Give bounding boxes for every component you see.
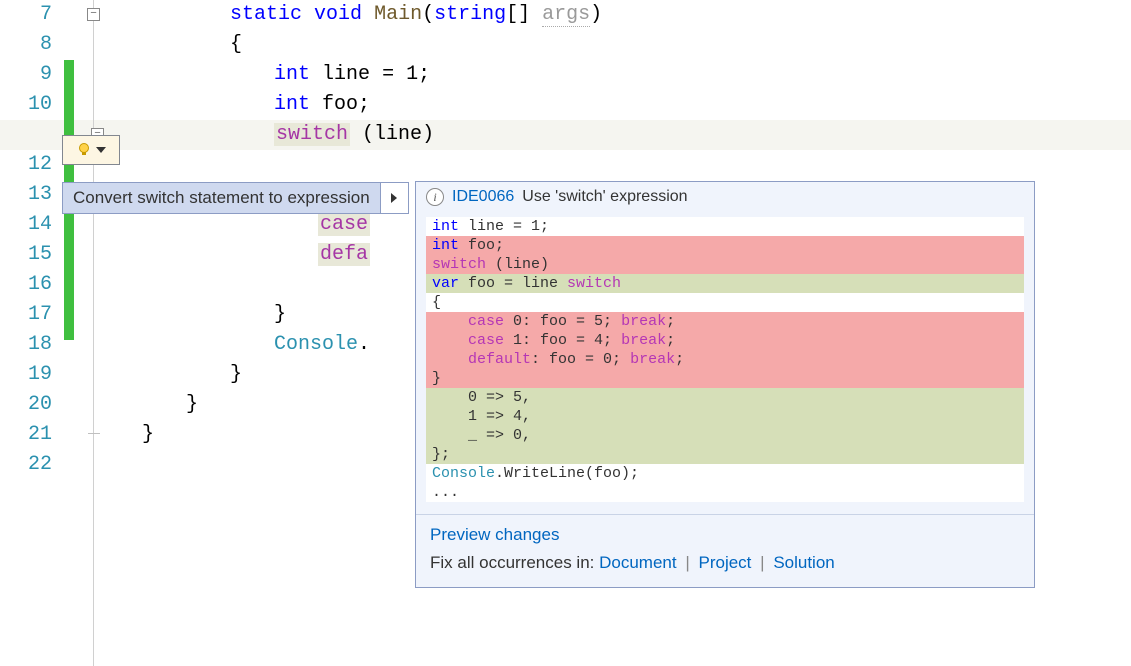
quick-action-convert-switch[interactable]: Convert switch statement to expression bbox=[62, 182, 381, 214]
separator: | bbox=[760, 553, 764, 572]
separator: | bbox=[685, 553, 689, 572]
diff-line-removed: } bbox=[426, 369, 1024, 388]
code-line[interactable]: int foo; bbox=[104, 90, 1131, 120]
fix-in-document-link[interactable]: Document bbox=[599, 553, 676, 572]
diff-line: ... bbox=[426, 483, 1024, 502]
preview-changes-link[interactable]: Preview changes bbox=[430, 525, 559, 544]
line-number: 8 bbox=[0, 30, 52, 60]
brace: } bbox=[230, 363, 242, 386]
chevron-right-icon bbox=[391, 193, 397, 203]
info-icon: i bbox=[426, 188, 444, 206]
fix-in-solution-link[interactable]: Solution bbox=[773, 553, 834, 572]
number: 1 bbox=[406, 63, 418, 86]
keyword: void bbox=[314, 3, 362, 26]
keyword-default: defa bbox=[318, 243, 370, 266]
identifier: line bbox=[374, 123, 422, 146]
brace: } bbox=[274, 303, 286, 326]
diff-line: Console.WriteLine(foo); bbox=[426, 464, 1024, 483]
diff-line-removed: case 1: foo = 4; break; bbox=[426, 331, 1024, 350]
keyword: int bbox=[274, 93, 310, 116]
line-number: 16 bbox=[0, 270, 52, 300]
line-number: 12 bbox=[0, 150, 52, 180]
paren: ) bbox=[422, 123, 434, 146]
quick-actions-menu: Convert switch statement to expression bbox=[62, 182, 409, 214]
brace: { bbox=[230, 33, 242, 56]
quick-action-preview-panel: i IDE0066 Use 'switch' expression int li… bbox=[415, 181, 1035, 588]
line-number: 10 bbox=[0, 90, 52, 120]
identifier: foo bbox=[322, 93, 358, 116]
diff-line-removed: default: foo = 0; break; bbox=[426, 350, 1024, 369]
diff-line: int line = 1; bbox=[426, 217, 1024, 236]
punct: ; bbox=[358, 93, 370, 116]
code-line[interactable]: int line = 1; bbox=[104, 60, 1131, 90]
keyword-switch: switch bbox=[274, 123, 350, 146]
outline-guide bbox=[93, 0, 94, 666]
code-line[interactable]: static void Main(string[] args) bbox=[104, 0, 1131, 30]
brace: } bbox=[186, 393, 198, 416]
keyword-case: case bbox=[318, 213, 370, 236]
fold-toggle-icon[interactable]: − bbox=[87, 8, 100, 21]
lightbulb-icon bbox=[76, 142, 92, 158]
parameter: args bbox=[542, 3, 590, 27]
operator: = bbox=[382, 63, 394, 86]
diagnostic-code: IDE0066 bbox=[452, 188, 514, 206]
line-number: 17 bbox=[0, 300, 52, 330]
line-number: 20 bbox=[0, 390, 52, 420]
code-line[interactable]: switch (line) bbox=[104, 120, 1131, 150]
preview-footer: Preview changes Fix all occurrences in: … bbox=[416, 514, 1034, 587]
diff-line-added: }; bbox=[426, 445, 1024, 464]
quick-actions-lightbulb-button[interactable] bbox=[62, 135, 120, 165]
keyword: static bbox=[230, 3, 302, 26]
method-name: Main bbox=[374, 3, 422, 26]
diff-line-removed: int foo; bbox=[426, 236, 1024, 255]
brace: } bbox=[142, 423, 154, 446]
fix-in-project-link[interactable]: Project bbox=[699, 553, 752, 572]
punct: ; bbox=[418, 63, 430, 86]
diff-line-removed: case 0: foo = 5; break; bbox=[426, 312, 1024, 331]
diff-line-added: 1 => 4, bbox=[426, 407, 1024, 426]
diagnostic-message: Use 'switch' expression bbox=[522, 188, 687, 206]
line-number: 21 bbox=[0, 420, 52, 450]
line-number: 7 bbox=[0, 0, 52, 30]
class-name: Console bbox=[274, 333, 358, 356]
punct: . bbox=[358, 333, 370, 356]
diff-preview: int line = 1; int foo; switch (line) var… bbox=[426, 217, 1024, 502]
paren: ( bbox=[362, 123, 374, 146]
code-folding-margin[interactable]: − − bbox=[74, 0, 104, 666]
line-number: 18 bbox=[0, 330, 52, 360]
line-number: 14 bbox=[0, 210, 52, 240]
diff-line-added: _ => 0, bbox=[426, 426, 1024, 445]
diff-line-added: var foo = line switch bbox=[426, 274, 1024, 293]
preview-header: i IDE0066 Use 'switch' expression bbox=[416, 182, 1034, 217]
chevron-down-icon bbox=[96, 147, 106, 153]
line-number: 13 bbox=[0, 180, 52, 210]
code-line[interactable]: { bbox=[104, 30, 1131, 60]
line-number: 9 bbox=[0, 60, 52, 90]
identifier: line bbox=[322, 63, 370, 86]
fold-end-tick bbox=[88, 433, 100, 434]
diff-line-removed: switch (line) bbox=[426, 255, 1024, 274]
keyword: int bbox=[274, 63, 310, 86]
diff-line-added: 0 => 5, bbox=[426, 388, 1024, 407]
quick-action-label: Convert switch statement to expression bbox=[73, 188, 370, 208]
line-number: 15 bbox=[0, 240, 52, 270]
quick-action-submenu-button[interactable] bbox=[381, 182, 409, 214]
line-number-gutter: 7 8 9 10 11 12 13 14 15 16 17 18 19 20 2… bbox=[0, 0, 64, 666]
line-number: 22 bbox=[0, 450, 52, 480]
keyword: string bbox=[434, 3, 506, 26]
code-line[interactable] bbox=[104, 150, 1131, 180]
fix-all-label: Fix all occurrences in: bbox=[430, 553, 599, 572]
line-number: 19 bbox=[0, 360, 52, 390]
change-indicator-margin bbox=[64, 0, 74, 666]
diff-line: { bbox=[426, 293, 1024, 312]
brackets: [] bbox=[506, 3, 530, 26]
